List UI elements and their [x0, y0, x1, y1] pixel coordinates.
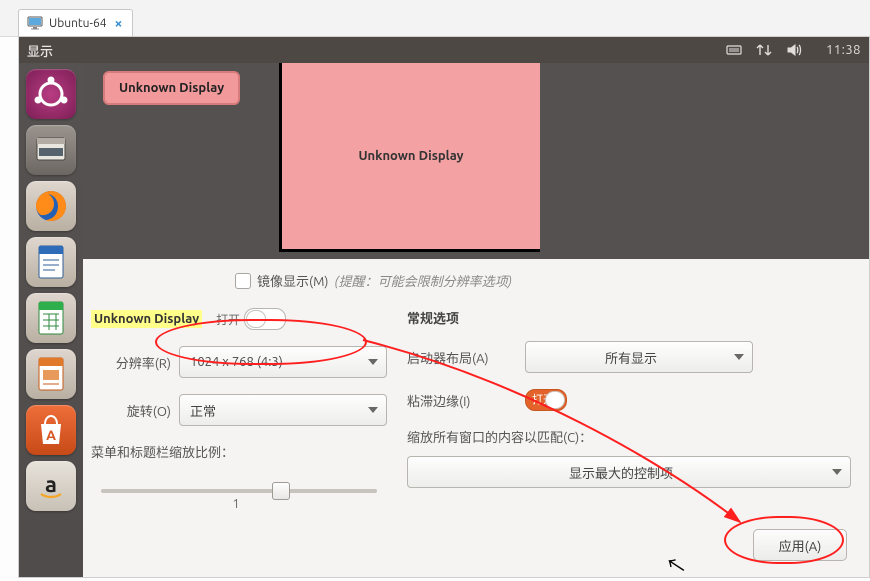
apply-button[interactable]: 应用(A)	[753, 529, 847, 561]
chevron-down-icon	[832, 469, 842, 475]
display-enable-label: 打开	[216, 311, 240, 328]
window-title: 显示	[27, 41, 53, 60]
vm-tab-ubuntu[interactable]: Ubuntu-64 ×	[18, 9, 133, 37]
chevron-down-icon	[734, 354, 744, 360]
scale-match-value: 显示最大的控制项	[569, 463, 673, 482]
ubuntu-icon	[29, 72, 73, 116]
ui-scale-value: 1	[85, 497, 387, 511]
vm-tab-label: Ubuntu-64	[49, 17, 107, 30]
files-icon	[29, 128, 73, 172]
resolution-label: 分辨率(R)	[91, 353, 171, 372]
scale-match-label: 缩放所有窗口的内容以匹配(C)：	[407, 427, 851, 446]
amazon-icon: a	[29, 464, 73, 508]
svg-text:a: a	[45, 472, 57, 497]
launcher-firefox[interactable]	[26, 181, 76, 231]
display-preview-label: Unknown Display	[358, 149, 463, 163]
ui-scale-label: 菜单和标题栏缩放比例：	[91, 442, 387, 461]
indicator-area: 11:38	[726, 42, 861, 58]
monitor-icon	[27, 15, 43, 31]
bag-icon: A	[29, 408, 73, 452]
host-tab-strip: Ubuntu-64 ×	[0, 0, 870, 37]
launcher-impress[interactable]	[26, 349, 76, 399]
sticky-edges-label: 粘滞边缘(I)	[407, 391, 517, 410]
mirror-checkbox[interactable]	[235, 273, 251, 289]
chevron-down-icon	[368, 407, 378, 413]
display-enable-switch[interactable]	[244, 308, 286, 330]
general-options-column: 常规选项 启动器布局(A) 所有显示 粘滞边缘(I) 打开	[407, 308, 851, 511]
guest-desktop: 显示 11:38 A a	[18, 36, 870, 578]
sticky-edges-switch[interactable]: 打开	[525, 389, 567, 411]
launcher-files[interactable]	[26, 125, 76, 175]
launcher-writer[interactable]	[26, 237, 76, 287]
display-preview-box[interactable]: Unknown Display	[279, 63, 540, 252]
rotation-value: 正常	[190, 401, 216, 420]
clock[interactable]: 11:38	[826, 43, 861, 57]
apply-label: 应用(A)	[779, 536, 822, 555]
mirror-row: 镜像显示(M) (提醒：可能会限制分辨率选项)	[235, 271, 851, 290]
rotation-combo[interactable]: 正常	[179, 394, 387, 426]
menubar: 显示 11:38	[19, 37, 869, 63]
general-options-heading: 常规选项	[407, 308, 851, 327]
writer-icon	[29, 240, 73, 284]
launcher-placement-combo[interactable]: 所有显示	[525, 341, 753, 373]
scale-match-combo[interactable]: 显示最大的控制项	[407, 456, 851, 488]
current-display-name: Unknown Display	[91, 310, 202, 328]
display-settings-window: Unknown Display Unknown Display 镜像显示(M) …	[83, 63, 869, 577]
network-icon[interactable]	[756, 42, 772, 58]
display-chip-selected[interactable]: Unknown Display	[103, 71, 240, 105]
slider-thumb[interactable]	[272, 482, 290, 500]
chevron-down-icon	[368, 359, 378, 365]
launcher-calc[interactable]	[26, 293, 76, 343]
rotation-label: 旋转(O)	[91, 401, 171, 420]
close-icon[interactable]: ×	[115, 15, 123, 31]
launcher-amazon[interactable]: a	[26, 461, 76, 511]
calc-icon	[29, 296, 73, 340]
sound-icon[interactable]	[786, 42, 802, 58]
launcher-placement-value: 所有显示	[605, 348, 657, 367]
resolution-value: 1024 x 768 (4:3)	[190, 355, 283, 369]
mirror-label: 镜像显示(M)	[257, 271, 329, 290]
firefox-icon	[29, 184, 73, 228]
resolution-combo[interactable]: 1024 x 768 (4:3)	[179, 346, 387, 378]
impress-icon	[29, 352, 73, 396]
display-form: 镜像显示(M) (提醒：可能会限制分辨率选项) Unknown Display …	[83, 259, 869, 577]
unity-launcher: A a	[19, 63, 83, 577]
launcher-dash[interactable]	[26, 69, 76, 119]
launcher-software[interactable]: A	[26, 405, 76, 455]
ui-scale-slider[interactable]	[101, 489, 377, 493]
launcher-placement-label: 启动器布局(A)	[407, 348, 517, 367]
keyboard-icon[interactable]	[726, 42, 742, 58]
svg-text:A: A	[46, 427, 56, 443]
mirror-hint: (提醒：可能会限制分辨率选项)	[335, 271, 512, 290]
per-display-column: Unknown Display 打开 分辨率(R) 1024 x 768 (4:…	[91, 308, 387, 511]
display-preview-pane: Unknown Display Unknown Display	[83, 63, 869, 259]
